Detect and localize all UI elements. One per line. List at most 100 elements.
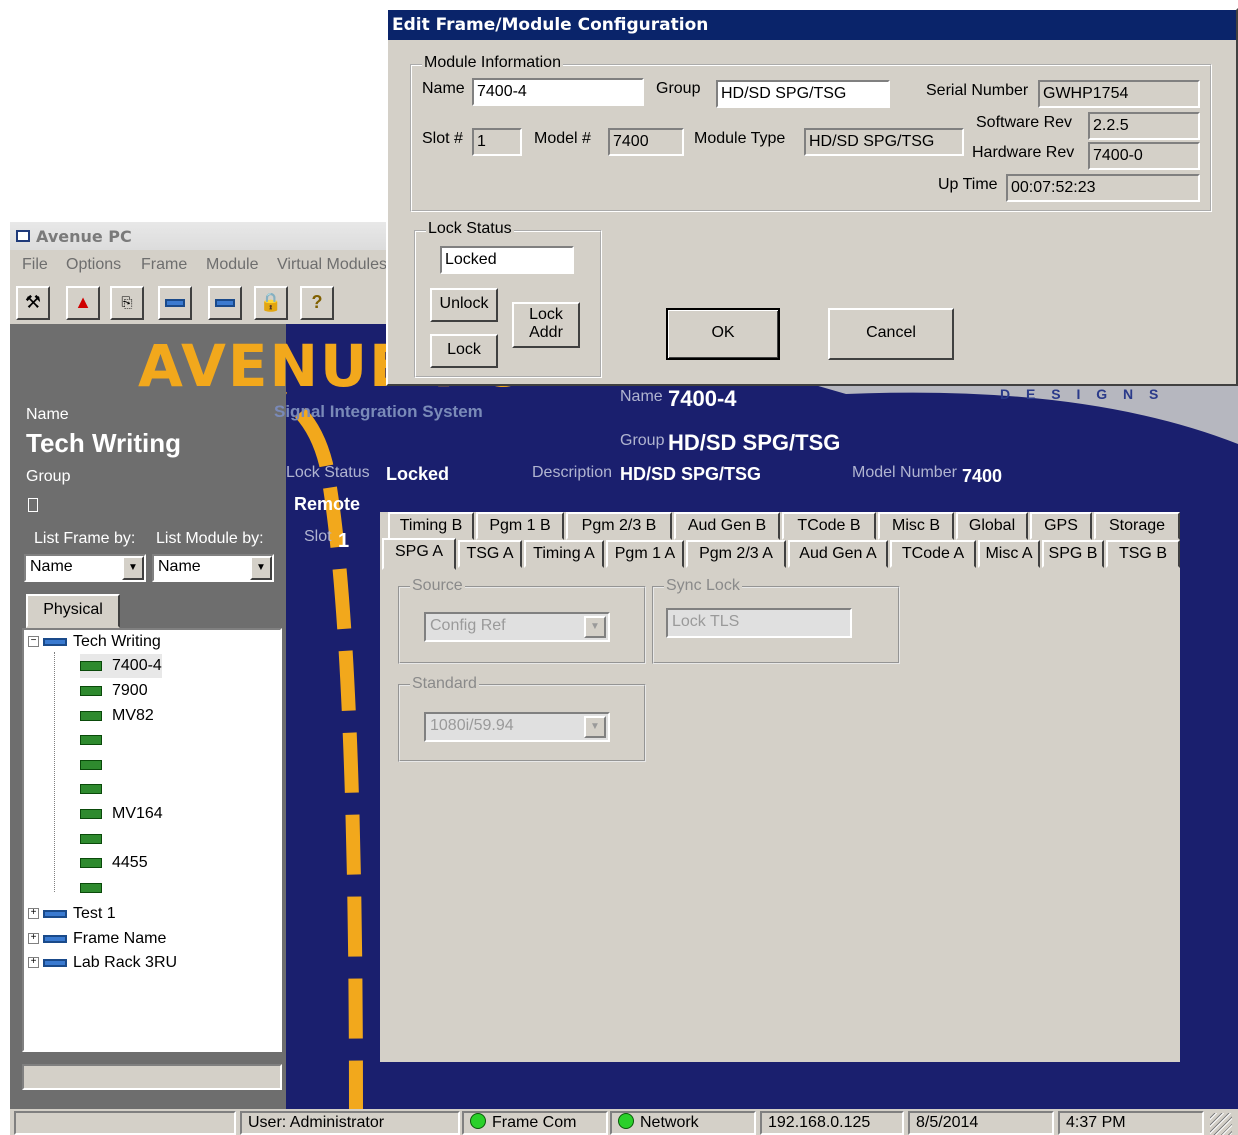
tree-module-7400-4[interactable]: 7400-4: [80, 654, 162, 678]
status-network: Network: [610, 1111, 756, 1135]
tree-frame-tech-writing[interactable]: − Tech Writing: [28, 630, 161, 654]
menu-options[interactable]: Options: [66, 256, 121, 274]
frame-tree[interactable]: − Tech Writing 7400-4 7900 MV82 MV164 445…: [22, 628, 282, 1052]
tree-frame-label: Tech Writing: [73, 633, 161, 650]
lock-status-label: Lock Status: [286, 464, 370, 481]
module-icon: [80, 882, 102, 893]
tab-tcode-b[interactable]: TCode B: [782, 512, 876, 540]
dialog-group-input[interactable]: HD/SD SPG/TSG: [716, 80, 890, 108]
menu-file[interactable]: File: [22, 256, 48, 274]
tab-misc-b[interactable]: Misc B: [878, 512, 954, 540]
lock-addr-button[interactable]: Lock Addr: [512, 302, 580, 348]
menu-frame[interactable]: Frame: [141, 256, 187, 274]
tab-storage[interactable]: Storage: [1094, 512, 1180, 540]
tree-module-4455[interactable]: 4455: [80, 851, 148, 875]
tab-aud-gen-a[interactable]: Aud Gen A: [788, 540, 888, 568]
tab-pgm-23-a[interactable]: Pgm 2/3 A: [686, 540, 786, 568]
dialog-group-label: Group: [656, 80, 701, 97]
tree-module-empty[interactable]: [80, 827, 112, 851]
frame-add-icon[interactable]: ⎘: [110, 286, 144, 320]
status-date: 8/5/2014: [908, 1111, 1054, 1135]
expand-icon[interactable]: +: [28, 957, 39, 969]
expand-icon[interactable]: +: [28, 933, 39, 945]
tab-physical[interactable]: Physical: [26, 594, 120, 628]
unlock-button[interactable]: Unlock: [430, 288, 498, 322]
dialog-name-input[interactable]: 7400-4: [472, 78, 644, 106]
tab-pgm-23-b[interactable]: Pgm 2/3 B: [566, 512, 672, 540]
tree-module-empty[interactable]: [80, 753, 112, 777]
menu-virtual-modules[interactable]: Virtual Modules: [277, 256, 387, 274]
tools-icon[interactable]: ⚒: [16, 286, 50, 320]
model-number-value: 7400: [962, 466, 1003, 486]
dialog-title: Edit Frame/Module Configuration: [388, 10, 1236, 40]
lock-icon[interactable]: 🔒: [254, 286, 288, 320]
tab-misc-a[interactable]: Misc A: [978, 540, 1040, 568]
list-module-label: List Module by:: [156, 530, 264, 547]
frame-com-label: Frame Com: [492, 1114, 577, 1131]
tree-module-mv82[interactable]: MV82: [80, 704, 154, 728]
status-time: 4:37 PM: [1058, 1111, 1204, 1135]
tab-pgm-1-a[interactable]: Pgm 1 A: [606, 540, 684, 568]
tab-spg-a[interactable]: SPG A: [382, 538, 456, 570]
menu-module[interactable]: Module: [206, 256, 258, 274]
status-user: User: Administrator: [240, 1111, 460, 1135]
list-frame-value: Name: [30, 558, 73, 575]
up-time-label: Up Time: [938, 176, 998, 193]
module-icon[interactable]: [208, 286, 242, 320]
tree-frame-test-1[interactable]: + Test 1: [28, 902, 116, 926]
tab-spg-b[interactable]: SPG B: [1042, 540, 1104, 568]
module-name-label: Name: [620, 388, 663, 405]
tree-module-empty[interactable]: [80, 876, 112, 900]
tab-tsg-b[interactable]: TSG B: [1106, 540, 1180, 568]
tab-tcode-a[interactable]: TCode A: [890, 540, 976, 568]
frame-icon[interactable]: [158, 286, 192, 320]
chevron-down-icon[interactable]: ▼: [122, 556, 144, 580]
standard-select: 1080i/59.94 ▼: [424, 712, 610, 742]
tab-timing-a[interactable]: Timing A: [524, 540, 604, 568]
tab-tsg-a[interactable]: TSG A: [458, 540, 522, 568]
standard-group: Standard 1080i/59.94 ▼: [398, 675, 646, 762]
list-module-select[interactable]: Name ▼: [152, 554, 274, 582]
tree-module-empty[interactable]: [80, 777, 112, 801]
tab-aud-gen-b[interactable]: Aud Gen B: [674, 512, 780, 540]
chevron-down-icon[interactable]: ▼: [250, 556, 272, 580]
tab-pgm-1-b[interactable]: Pgm 1 B: [476, 512, 564, 540]
lock-button[interactable]: Lock: [430, 334, 498, 368]
left-panel-status: [22, 1064, 282, 1090]
tab-global[interactable]: Global: [956, 512, 1028, 540]
tab-gps[interactable]: GPS: [1030, 512, 1092, 540]
slot-number-label: Slot #: [422, 130, 463, 147]
tree-frame-frame-name[interactable]: + Frame Name: [28, 927, 166, 951]
help-icon[interactable]: ?: [300, 286, 334, 320]
tree-module-label: 4455: [112, 854, 148, 871]
tree-module-mv164[interactable]: MV164: [80, 802, 163, 826]
module-icon: [80, 660, 102, 671]
group-value: [28, 498, 38, 512]
collapse-icon[interactable]: −: [28, 636, 39, 648]
tree-module-label: MV164: [112, 805, 163, 822]
alert-icon[interactable]: ▲: [66, 286, 100, 320]
module-icon: [80, 685, 102, 696]
tree-frame-label: Frame Name: [73, 930, 167, 947]
cancel-button[interactable]: Cancel: [828, 308, 954, 360]
tab-timing-b[interactable]: Timing B: [388, 512, 474, 540]
edit-config-dialog: Edit Frame/Module Configuration Module I…: [386, 8, 1238, 386]
module-icon: [80, 808, 102, 819]
ok-button[interactable]: OK: [666, 308, 780, 360]
remote-label: Remote: [294, 494, 361, 514]
expand-icon[interactable]: +: [28, 908, 39, 920]
tree-module-empty[interactable]: [80, 728, 112, 752]
model-number-dialog-label: Model #: [534, 130, 591, 147]
lock-addr-line-2: Addr: [529, 324, 563, 341]
sync-lock-group: Sync Lock Lock TLS: [652, 577, 900, 664]
tree-module-7900[interactable]: 7900: [80, 679, 148, 703]
list-frame-select[interactable]: Name ▼: [24, 554, 146, 582]
lock-addr-line-1: Lock: [529, 306, 563, 323]
tree-frame-label: Test 1: [73, 905, 116, 922]
tree-frame-lab-rack-3ru[interactable]: + Lab Rack 3RU: [28, 951, 177, 975]
tree-guide-line: [54, 652, 55, 892]
module-icon: [80, 734, 102, 745]
up-time-field: 00:07:52:23: [1006, 174, 1200, 202]
resize-grip-icon[interactable]: [1210, 1113, 1232, 1135]
software-rev-label: Software Rev: [976, 114, 1073, 131]
